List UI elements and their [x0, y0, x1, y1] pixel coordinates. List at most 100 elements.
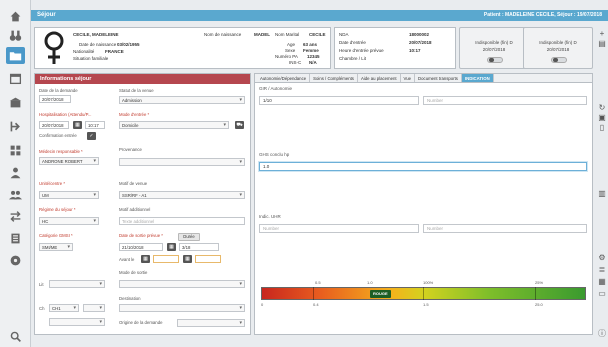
- uhr-input[interactable]: Number: [259, 224, 419, 233]
- request-origin-select[interactable]: [177, 319, 245, 327]
- left-nav-sidebar: [0, 0, 31, 347]
- availability-card-1: Indisponible (fin) D 20/07/2018: [459, 27, 529, 69]
- building-icon[interactable]: [6, 94, 25, 111]
- request-origin-label: Origine de la demande: [119, 320, 163, 325]
- plus-icon[interactable]: +: [597, 29, 607, 38]
- calendar-small-icon[interactable]: ▦: [597, 277, 607, 286]
- tab-autonomy[interactable]: Autonomie/Dépendance: [257, 74, 311, 82]
- family-situation: Situation familiale: [73, 56, 109, 61]
- calendar-icon[interactable]: [6, 70, 25, 87]
- ghs-input[interactable]: 1.0: [259, 162, 587, 171]
- room-extra-select[interactable]: [49, 318, 105, 326]
- confirm-entry-toggle[interactable]: ✓: [87, 132, 96, 140]
- regime-label: Régime du séjour *: [39, 207, 76, 212]
- grid-icon[interactable]: [6, 142, 25, 159]
- register-icon[interactable]: [6, 230, 25, 247]
- duration-button[interactable]: Durée: [178, 233, 200, 241]
- age: 63 ans: [303, 42, 318, 47]
- tab-placement[interactable]: Aide au placement: [358, 74, 401, 82]
- disc-icon[interactable]: [6, 252, 25, 269]
- group-icon[interactable]: [6, 186, 25, 203]
- home-icon[interactable]: [6, 8, 25, 25]
- tab-view[interactable]: Vue: [401, 74, 416, 82]
- refresh-icon[interactable]: ↻: [597, 103, 607, 112]
- availability-toggle[interactable]: [487, 57, 503, 63]
- hospit-time-input[interactable]: 10:17: [85, 121, 105, 129]
- birth-name: MADEL: [254, 32, 270, 37]
- uhr-secondary-input[interactable]: Number: [423, 224, 587, 233]
- extra-reason-input[interactable]: Texte additionnel: [119, 217, 245, 225]
- info-icon[interactable]: ⓘ: [597, 329, 607, 338]
- birth-date-label: Date de naissance: [79, 42, 117, 47]
- hospit-date-input[interactable]: 20/07/2018: [39, 121, 69, 129]
- scale-divider: [423, 287, 424, 300]
- before-date-input[interactable]: [153, 255, 179, 263]
- calendar-button[interactable]: ▦: [183, 255, 192, 263]
- discharge-date-input[interactable]: 21/10/2018: [119, 243, 163, 251]
- origin-select[interactable]: [119, 158, 245, 166]
- document-icon[interactable]: ▯: [597, 123, 607, 132]
- calendar-button[interactable]: ▦: [167, 243, 176, 251]
- room-select[interactable]: CH1: [49, 304, 79, 312]
- duration-input[interactable]: 3/18: [179, 243, 219, 251]
- entry-mode-select[interactable]: Domicile: [119, 121, 229, 129]
- patient-number: 12345: [307, 54, 320, 59]
- availability-date: 20/07/2018: [546, 47, 570, 52]
- unit-select[interactable]: UM: [39, 191, 99, 199]
- tab-indication[interactable]: INDICATION: [461, 74, 494, 82]
- calendar-button[interactable]: ▦: [73, 121, 82, 129]
- gir-input[interactable]: 1/10: [259, 96, 419, 105]
- gir-secondary-input[interactable]: Number: [423, 96, 587, 105]
- transfer-icon[interactable]: [6, 118, 25, 135]
- extra-reason-label: Motif additionnel: [119, 207, 151, 212]
- exit-mode-select[interactable]: [119, 280, 245, 288]
- regime-select[interactable]: HC: [39, 217, 99, 225]
- stay-info-header: Informations séjour: [35, 74, 250, 84]
- request-date-input[interactable]: 20/07/2018: [39, 95, 71, 103]
- marital-name-label: Nom Marital: [275, 32, 300, 37]
- nationality: FRANCE: [105, 49, 124, 54]
- discharge-date-label: Date de sortie prévue *: [119, 233, 163, 238]
- tab-transport-docs[interactable]: Document transports: [415, 74, 462, 82]
- ambulance-icon[interactable]: ⛟: [235, 121, 244, 129]
- folder-icon[interactable]: [6, 47, 25, 64]
- page-title: Séjour: [37, 12, 56, 18]
- entry-time-label: Heure d'entrée prévue: [339, 48, 384, 53]
- nationality-label: Nationalité: [73, 49, 95, 54]
- entry-date-label: Date d'entrée: [339, 40, 366, 45]
- physician-select[interactable]: ANDRONE ROBERT: [39, 157, 99, 165]
- visit-reason-select[interactable]: SSR/RF - A1: [119, 191, 245, 199]
- print-icon[interactable]: ▤: [597, 39, 607, 48]
- scale-tick-label: 0.4: [313, 302, 319, 307]
- visit-reason-label: Motif de venue: [119, 181, 148, 186]
- age-label: Age: [287, 42, 296, 47]
- list-icon[interactable]: ≣: [597, 265, 607, 274]
- bed-label: Lit: [39, 282, 44, 287]
- gear-icon[interactable]: ⚙: [597, 253, 607, 262]
- arrows-icon[interactable]: [6, 208, 25, 225]
- person-icon[interactable]: [6, 164, 25, 181]
- scale-tick-label: 25%: [535, 280, 544, 285]
- visit-status-select[interactable]: Admission: [119, 96, 245, 104]
- availability-toggle[interactable]: [551, 57, 567, 63]
- birth-date: 03/02/1955: [117, 42, 140, 47]
- bed-select[interactable]: [49, 280, 105, 288]
- scale-tick-label: 25.0: [535, 302, 543, 307]
- destination-select[interactable]: [119, 304, 245, 312]
- tab-care[interactable]: Soins / Compléments: [310, 74, 358, 82]
- calendar-button[interactable]: ▦: [141, 255, 150, 263]
- before-time-input[interactable]: [195, 255, 221, 263]
- category-select[interactable]: SMI/ME: [39, 243, 73, 251]
- search-icon[interactable]: [6, 328, 25, 345]
- file-icon[interactable]: ▭: [597, 289, 607, 298]
- gender: Femme: [303, 48, 319, 53]
- unit-label: Unité/centre *: [39, 181, 66, 186]
- right-action-column: + ▤ ↻ ▣ ▯ ▥ ⚙ ≣ ▦ ▭ ⓘ: [596, 27, 608, 347]
- binoculars-icon[interactable]: [6, 27, 25, 44]
- visit-status-label: Statut de la venue: [119, 88, 154, 93]
- tab-bar: Autonomie/Dépendance Soins / Compléments…: [255, 74, 592, 83]
- lock-icon[interactable]: ▣: [597, 113, 607, 122]
- chart-icon[interactable]: ▥: [597, 189, 607, 198]
- birth-name-label: Nom de naissance: [204, 32, 242, 37]
- room-sub-select[interactable]: [83, 304, 105, 312]
